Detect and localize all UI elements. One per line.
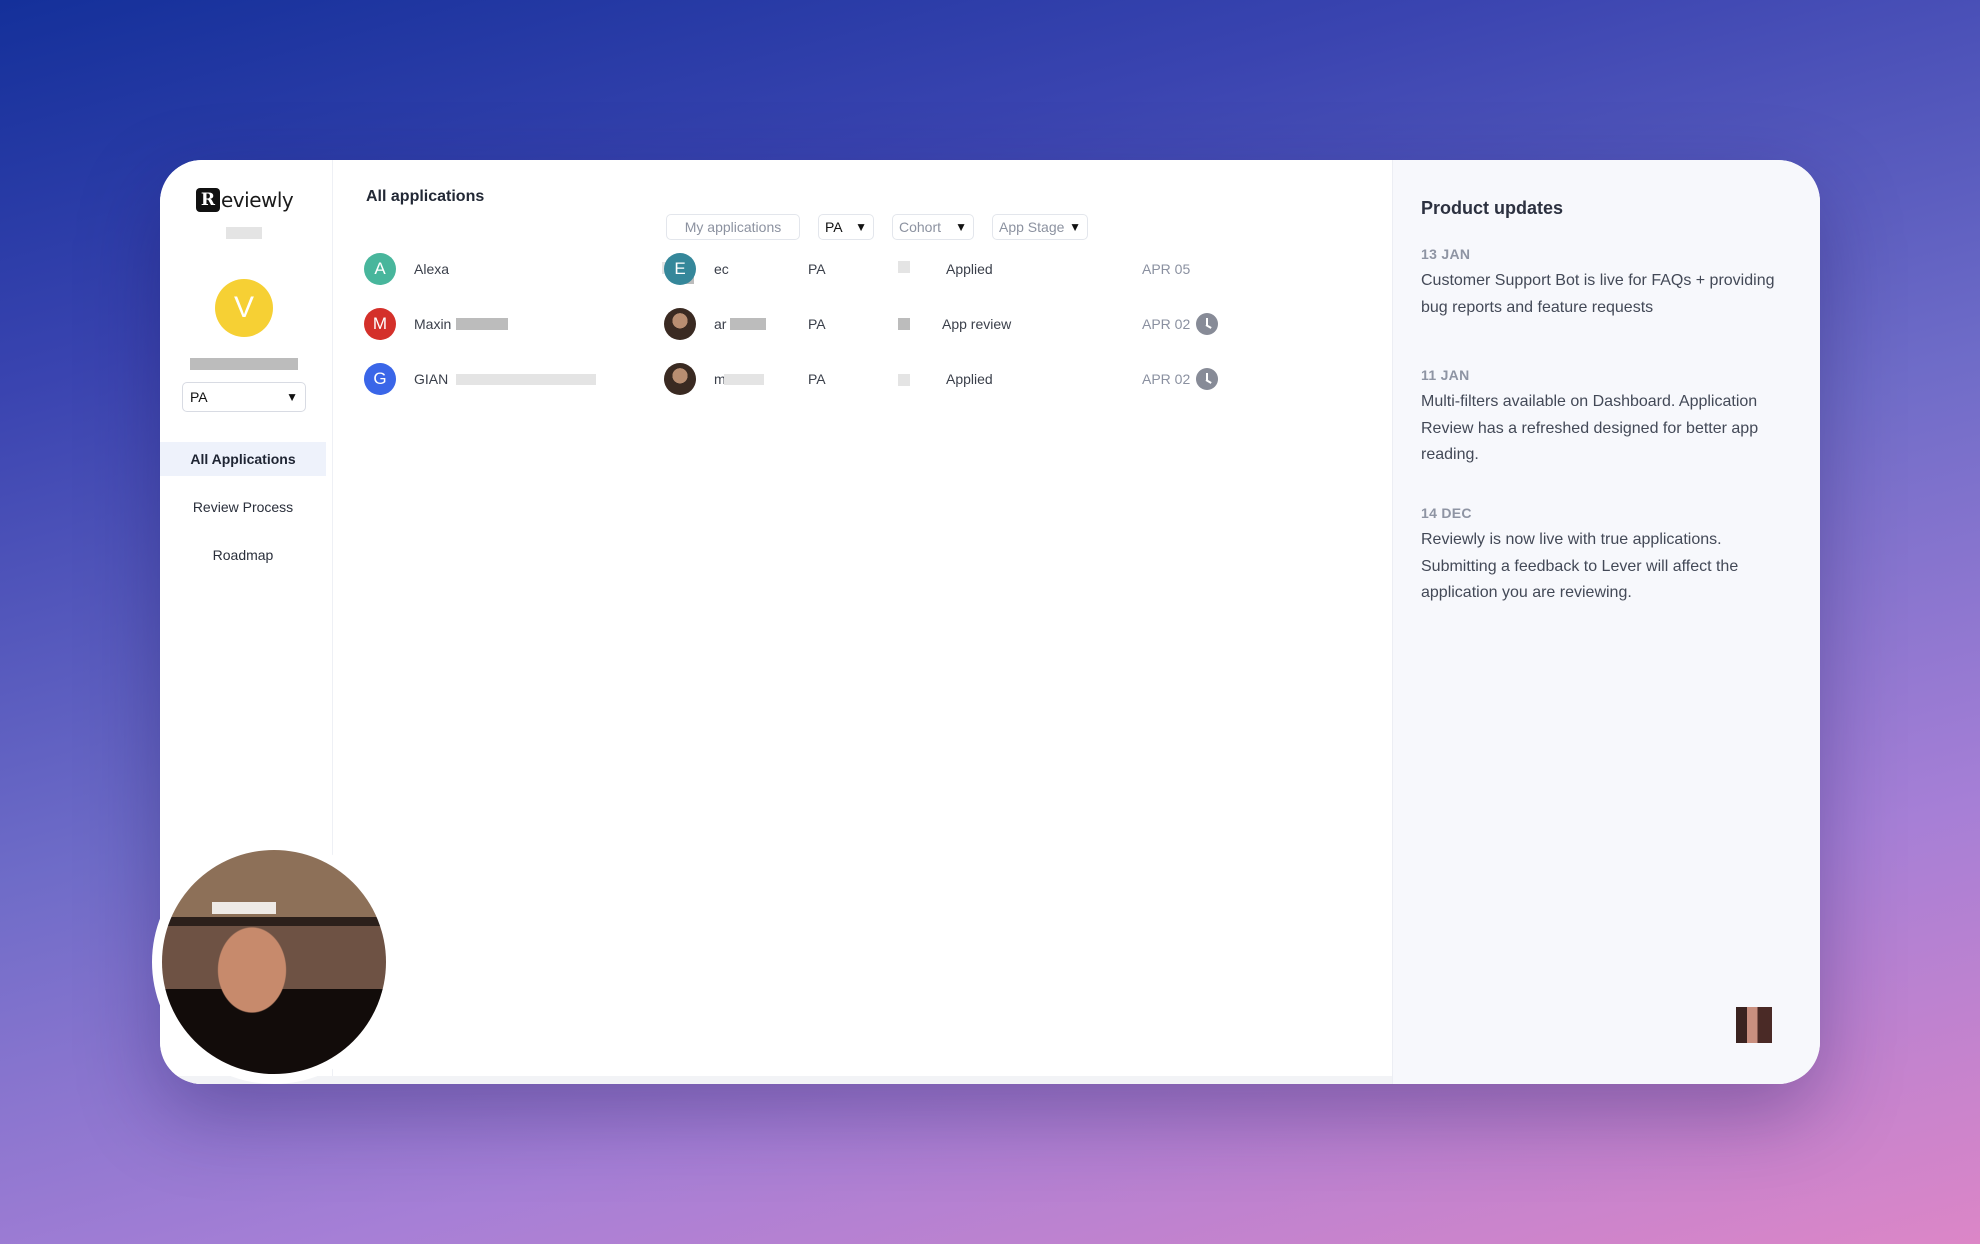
table-row[interactable]: G GIAN m PA Applied APR 02 [334, 359, 1392, 399]
app-stage-filter-label: App Stage [999, 219, 1065, 235]
date-cell: APR 02 [1142, 371, 1191, 387]
table-row[interactable]: M Maxin ar PA App review APR 02 [334, 304, 1392, 344]
page-background: { "app": { "logo_mark": "R", "logo_text"… [0, 0, 1980, 1244]
program-cell: PA [808, 261, 826, 277]
horizontal-scrollbar[interactable] [160, 1076, 1392, 1084]
cohort-filter-label: Cohort [899, 219, 942, 235]
logo-mark: R [196, 188, 220, 212]
program-filter[interactable]: PA ▼ [818, 214, 874, 240]
stage-cell: Applied [946, 261, 993, 277]
logo-text: eviewly [221, 188, 294, 212]
cohort-filter[interactable]: Cohort ▼ [892, 214, 974, 240]
applicant-avatar: A [364, 253, 396, 285]
chevron-down-icon: ▼ [955, 220, 967, 234]
webcam-video [162, 850, 386, 1074]
redacted-cohort [898, 318, 910, 330]
update-date: 13 JAN [1421, 246, 1471, 262]
webcam-detail [212, 902, 276, 914]
applicant-name: GIAN [414, 371, 449, 387]
sidebar-item-roadmap[interactable]: Roadmap [160, 538, 326, 572]
webcam-overlay [152, 840, 396, 1084]
reviewer-name: ec [714, 261, 729, 277]
applications-panel: All applications My applications PA ▼ Co… [334, 160, 1392, 1084]
program-cell: PA [808, 316, 826, 332]
update-date: 11 JAN [1421, 367, 1470, 383]
page-title: All applications [366, 188, 485, 205]
redacted-cohort [898, 261, 910, 273]
reviewer-avatar: E [664, 253, 696, 285]
reviewly-logo[interactable]: R eviewly [196, 188, 294, 212]
app-stage-filter[interactable]: App Stage ▼ [992, 214, 1088, 240]
redacted-text [724, 374, 764, 385]
date-cell: APR 05 [1142, 261, 1191, 277]
applicant-avatar: M [364, 308, 396, 340]
stage-cell: Applied [946, 371, 993, 387]
app-window: R eviewly V PA ▼ All Applications Review… [160, 160, 1820, 1084]
redacted-text [456, 318, 508, 330]
reviewer-avatar [664, 308, 696, 340]
applicant-name: Maxin [414, 316, 452, 332]
applicant-avatar: G [364, 363, 396, 395]
updates-title: Product updates [1421, 198, 1564, 218]
update-text: Multi-filters available on Dashboard. Ap… [1421, 393, 1759, 463]
date-cell: APR 02 [1142, 316, 1191, 332]
redacted-cohort [898, 374, 910, 386]
redacted-user-name [190, 358, 298, 370]
redacted-org-name [226, 227, 262, 239]
my-applications-filter[interactable]: My applications [666, 214, 800, 240]
clock-icon [1196, 368, 1218, 390]
chevron-down-icon: ▼ [855, 220, 867, 234]
stage-cell: App review [942, 316, 1012, 332]
redacted-text [456, 374, 596, 385]
redacted-text [730, 318, 766, 330]
product-updates-panel: Product updates 13 JAN Customer Support … [1392, 160, 1820, 1084]
table-row[interactable]: A Alexa E ec PA Applied APR 05 [334, 249, 1392, 289]
program-select-value: PA [190, 389, 208, 405]
my-applications-label: My applications [684, 219, 782, 235]
update-date: 14 DEC [1421, 505, 1472, 521]
user-thumbnail[interactable] [1736, 1007, 1772, 1043]
clock-icon [1196, 313, 1218, 335]
reviewer-name: ar [714, 316, 727, 332]
applicant-name: Alexa [414, 261, 450, 277]
program-filter-value: PA [825, 219, 843, 235]
update-text: Customer Support Bot is live for FAQs + … [1421, 272, 1775, 316]
sidebar-nav: All Applications Review Process Roadmap [160, 442, 326, 586]
reviewer-avatar [664, 363, 696, 395]
program-cell: PA [808, 371, 826, 387]
update-text: Reviewly is now live with true applicati… [1421, 531, 1739, 601]
user-avatar[interactable]: V [215, 279, 273, 337]
chevron-down-icon: ▼ [286, 390, 298, 404]
sidebar-item-review-process[interactable]: Review Process [160, 490, 326, 524]
sidebar-item-all-applications[interactable]: All Applications [160, 442, 326, 476]
chevron-down-icon: ▼ [1069, 220, 1081, 234]
program-select[interactable]: PA ▼ [182, 382, 306, 412]
